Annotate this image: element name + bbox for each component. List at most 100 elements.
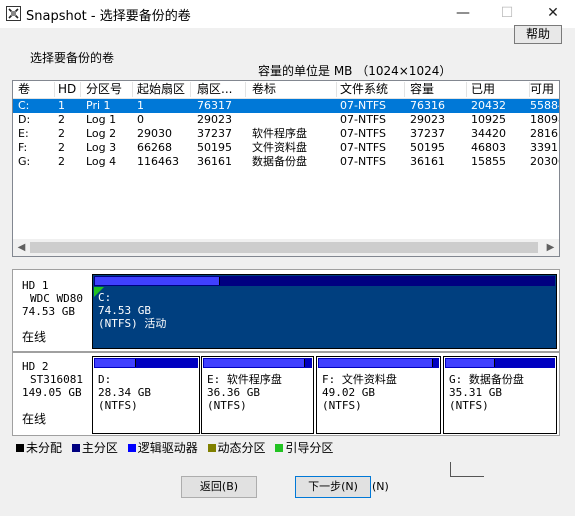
table-cell: 15855 [471, 155, 506, 168]
partition-letter: E: 软件程序盘 [207, 373, 282, 386]
table-row[interactable]: G: 2 Log 4 116463 36161 数据备份盘 07-NTFS 36… [13, 155, 559, 169]
column-header[interactable]: 已用 [468, 82, 530, 97]
column-header[interactable]: 容量 [407, 82, 467, 97]
partition-size: 36.36 GB [207, 386, 260, 399]
minimize-button[interactable]: — [441, 0, 485, 28]
column-header[interactable]: 起始扇区 [134, 82, 191, 97]
partition-letter: G: 数据备份盘 [449, 373, 524, 386]
partition-d[interactable]: D: 28.34 GB (NTFS) [92, 356, 200, 434]
horizontal-scrollbar[interactable]: ◀ ▶ [13, 239, 559, 256]
table-cell: 07-NTFS [340, 127, 387, 140]
partition-e[interactable]: E: 软件程序盘 36.36 GB (NTFS) [201, 356, 314, 434]
table-cell: 29030 [137, 127, 172, 140]
partition-fs: (NTFS) [449, 399, 489, 412]
usage-bar [318, 358, 439, 368]
scrollbar-thumb[interactable] [30, 242, 538, 253]
table-cell: 软件程序盘 [252, 127, 307, 140]
usage-bar [94, 358, 198, 368]
table-row[interactable]: E: 2 Log 2 29030 37237 软件程序盘 07-NTFS 372… [13, 127, 559, 141]
section-label: 选择要备份的卷 [30, 51, 115, 65]
legend-label: 动态分区 [217, 441, 266, 455]
partition-label: E: 软件程序盘 36.36 GB (NTFS) [207, 373, 282, 412]
disk-2-size: 149.05 GB [22, 386, 82, 399]
column-header[interactable]: 可用 [527, 82, 559, 97]
table-cell: 20432 [471, 99, 506, 112]
table-cell: Log 3 [86, 141, 117, 154]
window-title: Snapshot - 选择要备份的卷 [26, 9, 191, 24]
disk-1-panel: HD 1 WDC WD80 74.53 GB 在线 C: 74.53 GB (N… [12, 269, 560, 352]
next-button[interactable]: 下一步(N) [295, 476, 371, 498]
table-cell: 55884 [530, 99, 559, 112]
usage-fill [95, 277, 221, 285]
table-cell: 37237 [197, 127, 232, 140]
table-cell: 36161 [410, 155, 445, 168]
table-cell: 36161 [197, 155, 232, 168]
table-cell: 46803 [471, 141, 506, 154]
table-cell: 1 [137, 99, 144, 112]
table-cell: Log 1 [86, 113, 117, 126]
scroll-right-icon[interactable]: ▶ [542, 239, 559, 256]
table-cell: 37237 [410, 127, 445, 140]
table-row[interactable]: C: 1 Pri 1 1 76317 07-NTFS 76316 20432 5… [13, 99, 559, 113]
table-cell: E: [18, 127, 29, 140]
partition-g[interactable]: G: 数据备份盘 35.31 GB (NTFS) [443, 356, 557, 434]
disk-1-model: WDC WD80 [30, 292, 83, 305]
volume-list[interactable]: 卷 HD 分区号 起始扇区 扇区... 卷标 文件系统 容量 已用 可用 C: … [12, 80, 560, 257]
column-header[interactable]: 扇区... [194, 82, 246, 97]
partition-fs: (NTFS) 活动 [98, 317, 167, 330]
usage-bar [94, 276, 555, 286]
partition-letter: C: [98, 291, 112, 304]
partition-size: 49.02 GB [322, 386, 375, 399]
table-cell: 07-NTFS [340, 99, 387, 112]
table-cell: 29023 [197, 113, 232, 126]
column-header[interactable]: 分区号 [83, 82, 133, 97]
maximize-button[interactable]: ☐ [485, 0, 529, 28]
legend-item: 动态分区 [207, 439, 266, 456]
table-cell: 0 [137, 113, 144, 126]
disk-1-id: HD 1 [22, 279, 49, 292]
scroll-left-icon[interactable]: ◀ [13, 239, 30, 256]
table-cell: Pri 1 [86, 99, 111, 112]
partition-fs: (NTFS) [207, 399, 247, 412]
table-cell: 1 [58, 99, 65, 112]
legend-item: 未分配 [16, 439, 62, 456]
column-header[interactable]: 卷 [15, 82, 55, 97]
close-button[interactable]: ✕ [531, 0, 575, 28]
back-button[interactable]: 返回(B) [181, 476, 257, 498]
usage-bar [203, 358, 312, 368]
column-header[interactable]: HD [55, 82, 81, 97]
partition-f[interactable]: F: 文件资料盘 49.02 GB (NTFS) [316, 356, 441, 434]
table-cell: 文件资料盘 [252, 141, 307, 154]
partition-label: F: 文件资料盘 49.02 GB (NTFS) [322, 373, 397, 412]
column-header[interactable]: 卷标 [249, 82, 337, 97]
legend-item: 引导分区 [275, 439, 333, 456]
table-cell: 18098 [530, 113, 559, 126]
table-cell: 07-NTFS [340, 155, 387, 168]
usage-bar [445, 358, 555, 368]
partition-fs: (NTFS) [322, 399, 362, 412]
table-cell: 76316 [410, 99, 445, 112]
legend-item: 逻辑驱动器 [127, 439, 198, 456]
legend-label: 未分配 [26, 441, 63, 455]
partition-label: D: 28.34 GB (NTFS) [98, 373, 151, 412]
column-header[interactable]: 文件系统 [337, 82, 405, 97]
table-cell: 2816 [530, 127, 558, 140]
partition-letter: D: [98, 373, 112, 386]
help-button[interactable]: 帮助 [514, 25, 562, 44]
disk-2-panel: HD 2 ST316081 149.05 GB 在线 D: 28.34 GB (… [12, 352, 560, 436]
stray-text: (N) [372, 480, 389, 493]
legend-swatch [127, 444, 136, 452]
legend-item: 主分区 [71, 439, 118, 456]
table-row[interactable]: D: 2 Log 1 0 29023 07-NTFS 29023 10925 1… [13, 113, 559, 127]
table-cell: 2 [58, 127, 65, 140]
table-cell: 50195 [197, 141, 232, 154]
table-row[interactable]: F: 2 Log 3 66268 50195 文件资料盘 07-NTFS 501… [13, 141, 559, 155]
partition-c[interactable]: C: 74.53 GB (NTFS) 活动 [92, 274, 557, 349]
table-cell: G: [18, 155, 31, 168]
table-cell: C: [18, 99, 30, 112]
app-icon [6, 6, 21, 21]
table-cell: 66268 [137, 141, 172, 154]
table-cell: 10925 [471, 113, 506, 126]
legend-label: 主分区 [81, 441, 118, 455]
usage-fill [95, 359, 136, 367]
